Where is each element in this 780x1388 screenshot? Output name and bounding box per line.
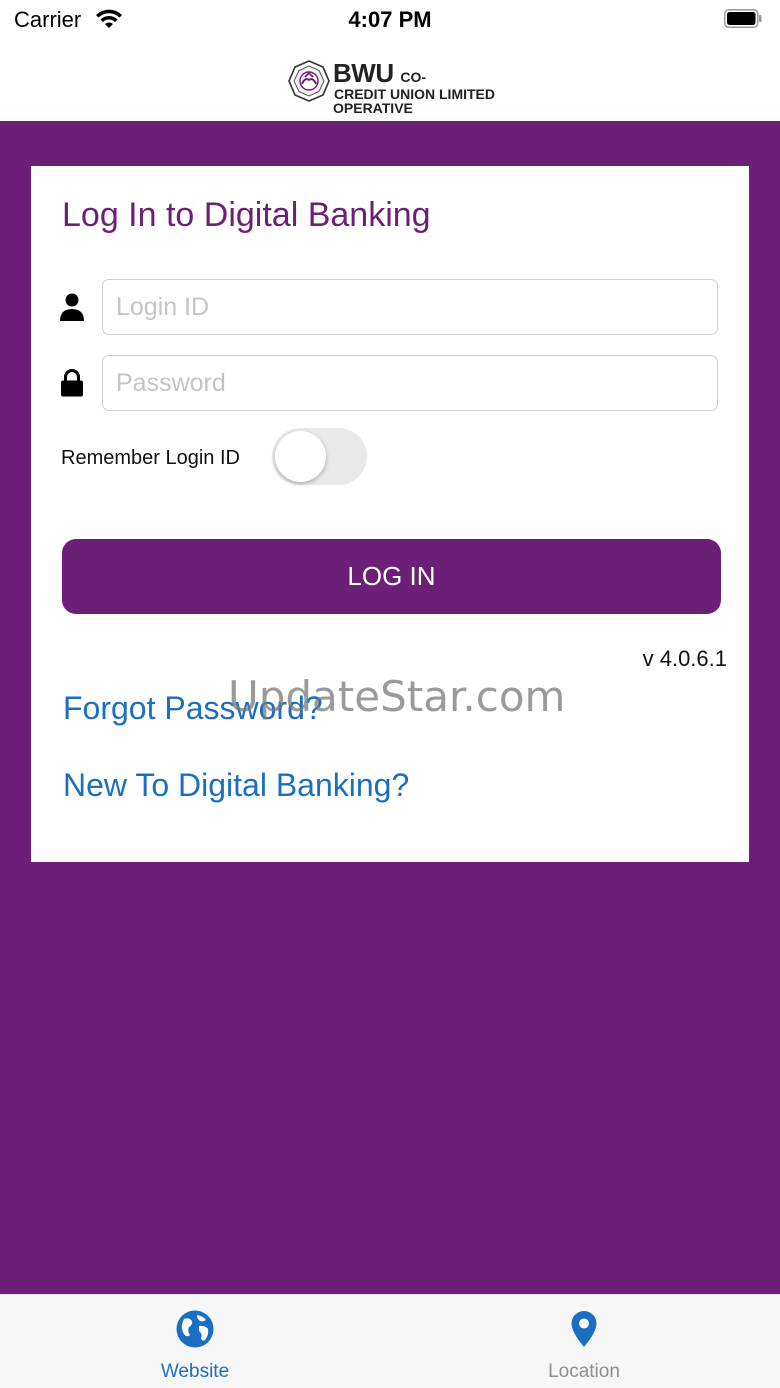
app-version: v 4.0.6.1 xyxy=(642,646,727,671)
toggle-knob xyxy=(275,431,326,482)
map-pin-icon xyxy=(571,1311,597,1347)
login-button[interactable]: LOG IN xyxy=(62,539,721,614)
tab-location-label: Location xyxy=(548,1361,620,1382)
clock-label: 4:07 PM xyxy=(348,7,432,32)
tab-location[interactable]: Location xyxy=(509,1295,659,1388)
globe-icon xyxy=(176,1310,214,1348)
login-card: Log In to Digital Banking Remember Login… xyxy=(31,166,749,862)
tab-website-label: Website xyxy=(160,1361,230,1382)
lock-icon xyxy=(61,369,83,397)
remember-login-label: Remember Login ID xyxy=(61,447,240,469)
credit-union-seal-icon xyxy=(288,60,330,102)
battery-icon xyxy=(724,9,762,28)
app-header: BWU CO-OPERATIVE CREDIT UNION LIMITED xyxy=(0,42,780,121)
user-icon xyxy=(60,293,84,321)
watermark: UpdateStar.com xyxy=(228,672,566,721)
page-title: Log In to Digital Banking xyxy=(62,196,431,234)
logo-subtitle: CREDIT UNION LIMITED xyxy=(334,86,495,102)
status-bar: Carrier 4:07 PM xyxy=(0,0,780,42)
remember-login-toggle[interactable] xyxy=(272,428,367,485)
password-input[interactable] xyxy=(102,355,718,411)
new-to-digital-banking-link[interactable]: New To Digital Banking? xyxy=(63,767,409,804)
tab-bar: Website Location xyxy=(0,1294,780,1388)
login-id-input[interactable] xyxy=(102,279,718,335)
tab-website[interactable]: Website xyxy=(120,1295,270,1388)
logo: BWU CO-OPERATIVE CREDIT UNION LIMITED xyxy=(288,58,498,116)
